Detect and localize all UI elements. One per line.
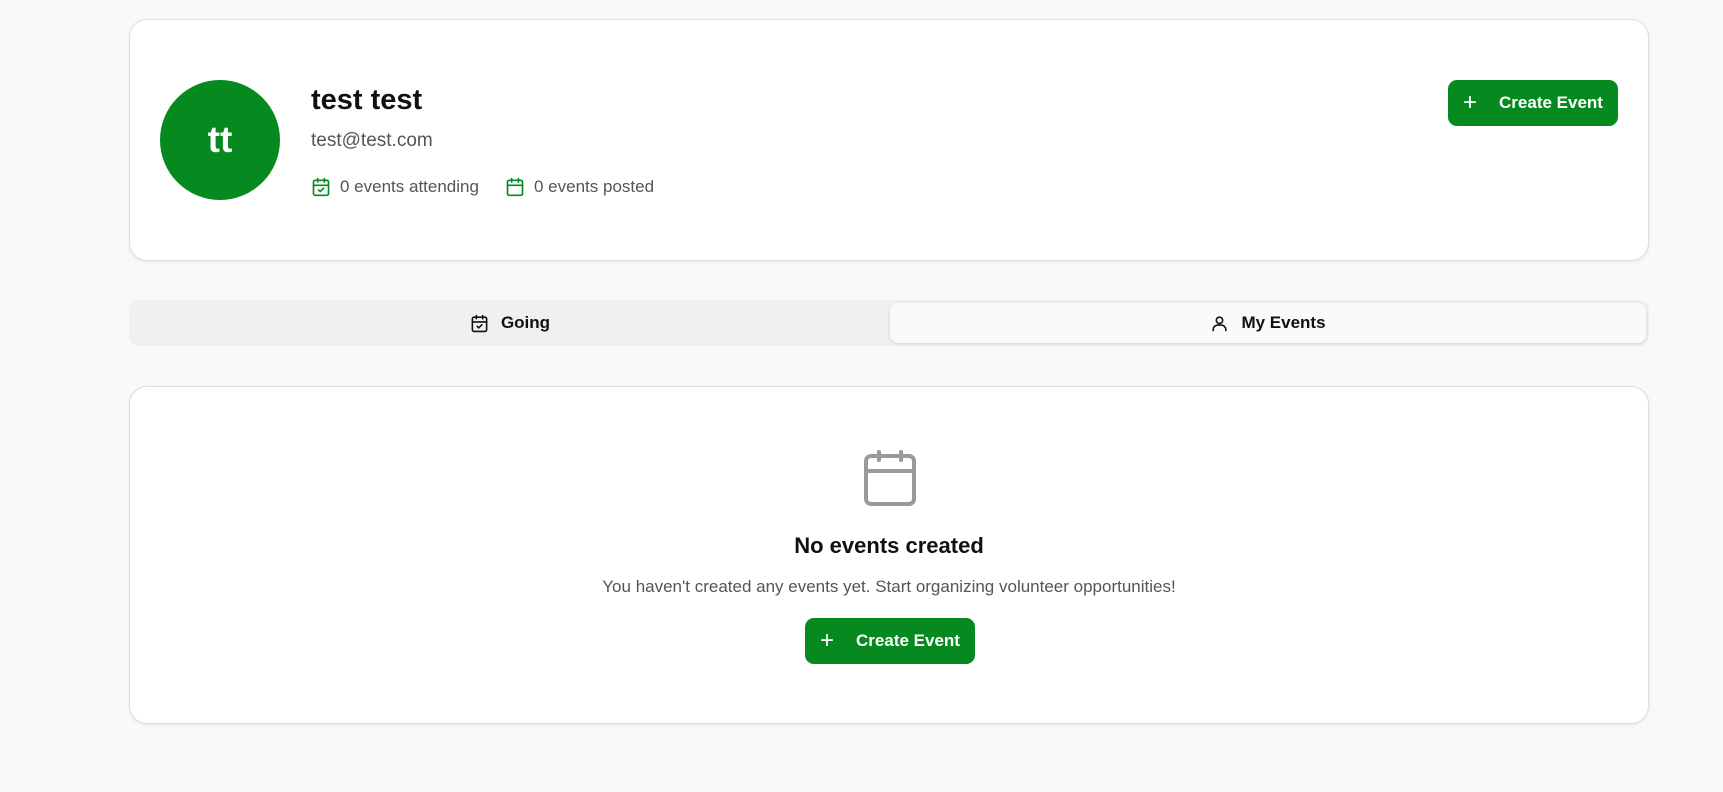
- events-empty-state-card: No events created You haven't created an…: [129, 386, 1649, 724]
- stat-attending-label: 0 events attending: [340, 177, 479, 196]
- empty-state-title: No events created: [794, 533, 984, 558]
- create-event-label: Create Event: [1499, 93, 1603, 112]
- tab-going-label: Going: [500, 313, 551, 332]
- profile-name: test test: [311, 84, 423, 116]
- plus-icon: +: [820, 627, 835, 654]
- profile-email: test@test.com: [311, 130, 433, 151]
- create-event-button[interactable]: + Create Event: [1448, 80, 1618, 126]
- avatar: tt: [160, 80, 280, 200]
- plus-icon: +: [1463, 89, 1478, 116]
- empty-state-description: You haven't created any events yet. Star…: [602, 577, 1176, 596]
- user-icon: [1212, 315, 1228, 331]
- calendar-check-icon: [312, 177, 330, 197]
- stat-events-posted: 0 events posted: [505, 177, 654, 197]
- empty-state-create-event-button[interactable]: + Create Event: [805, 618, 975, 664]
- calendar-icon: [506, 177, 524, 197]
- tab-my-events[interactable]: My Events: [890, 303, 1646, 343]
- calendar-icon: [864, 450, 916, 506]
- profile-card: tt test test test@test.com 0 events atte…: [129, 19, 1649, 261]
- create-event-label: Create Event: [856, 631, 960, 650]
- stat-posted-label: 0 events posted: [534, 177, 655, 196]
- tab-going[interactable]: Going: [132, 303, 888, 343]
- tab-my-events-label: My Events: [1241, 313, 1326, 332]
- event-tabs: Going My Events: [129, 300, 1649, 346]
- calendar-check-icon: [471, 314, 488, 332]
- stat-events-attending: 0 events attending: [311, 177, 479, 197]
